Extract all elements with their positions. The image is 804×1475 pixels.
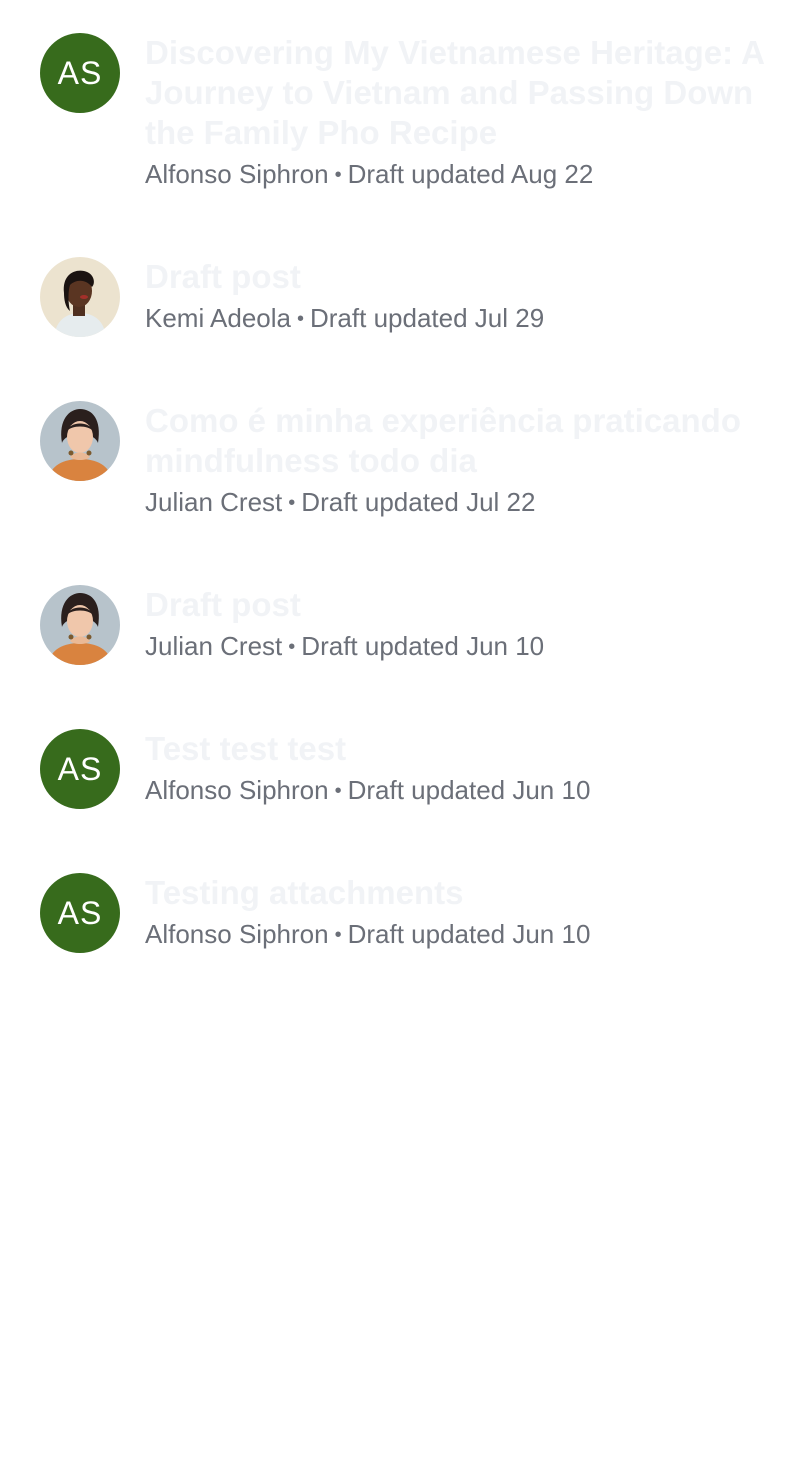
draft-meta: Kemi Adeola • Draft updated Jul 29 [145,301,770,336]
draft-item[interactable]: AS Discovering My Vietnamese Heritage: A… [40,33,770,192]
draft-title: Draft post [145,586,301,623]
draft-status: Draft updated Jul 29 [310,303,545,333]
draft-text: Discovering My Vietnamese Heritage: A Jo… [145,33,770,192]
avatar-photo-julian-icon [40,401,120,481]
draft-title: Discovering My Vietnamese Heritage: A Jo… [145,34,764,151]
draft-meta: Alfonso Siphron • Draft updated Jun 10 [145,773,770,808]
meta-separator: • [334,164,342,186]
draft-item[interactable]: Draft post Kemi Adeola • Draft updated Jul… [40,257,770,337]
avatar-photo-julian-icon [40,585,120,665]
draft-author: Kemi Adeola [145,303,291,333]
draft-author: Alfonso Siphron [145,775,329,805]
draft-meta: Julian Crest • Draft updated Jul 22 [145,485,770,520]
draft-author: Julian Crest [145,487,283,517]
draft-status: Draft updated Jun 10 [347,775,591,805]
avatar-initials: AS [57,750,103,787]
draft-text: Draft post Kemi Adeola • Draft updated Jul… [145,257,770,336]
meta-separator: • [288,636,296,658]
meta-separator: • [334,780,342,802]
avatar: AS [40,873,120,953]
draft-status: Draft updated Aug 22 [347,159,594,189]
draft-status: Draft updated Jul 22 [301,487,536,517]
draft-author: Alfonso Siphron [145,919,329,949]
draft-item[interactable]: AS Test test test Alfonso Siphron • Draft … [40,729,770,809]
draft-status: Draft updated Jun 10 [301,631,545,661]
draft-title: Draft post [145,258,301,295]
draft-item[interactable]: Draft post Julian Crest • Draft updated Ju… [40,585,770,665]
avatar-photo-kemi-icon [40,257,120,337]
meta-separator: • [334,924,342,946]
draft-text: Testing attachments Alfonso Siphron • Draf… [145,873,770,952]
avatar [40,585,120,665]
draft-meta: Alfonso Siphron • Draft updated Aug 22 [145,157,770,192]
avatar: AS [40,33,120,113]
avatar-initials: AS [57,894,103,931]
avatar: AS [40,729,120,809]
draft-title: Testing attachments [145,874,464,911]
draft-status: Draft updated Jun 10 [347,919,591,949]
draft-text: Draft post Julian Crest • Draft updated Ju… [145,585,770,664]
draft-author: Julian Crest [145,631,283,661]
draft-text: Como é minha experiência praticando mind… [145,401,770,520]
draft-item[interactable]: Como é minha experiência praticando mind… [40,401,770,520]
draft-meta: Alfonso Siphron • Draft updated Jun 10 [145,917,770,952]
meta-separator: • [288,492,296,514]
avatar-initials: AS [57,54,103,91]
draft-item[interactable]: AS Testing attachments Alfonso Siphron • D… [40,873,770,953]
draft-title: Test test test [145,730,347,767]
draft-text: Test test test Alfonso Siphron • Draft upd… [145,729,770,808]
draft-title: Como é minha experiência praticando mind… [145,402,741,479]
avatar [40,401,120,481]
draft-author: Alfonso Siphron [145,159,329,189]
avatar [40,257,120,337]
draft-meta: Julian Crest • Draft updated Jun 10 [145,629,770,664]
meta-separator: • [296,308,304,330]
